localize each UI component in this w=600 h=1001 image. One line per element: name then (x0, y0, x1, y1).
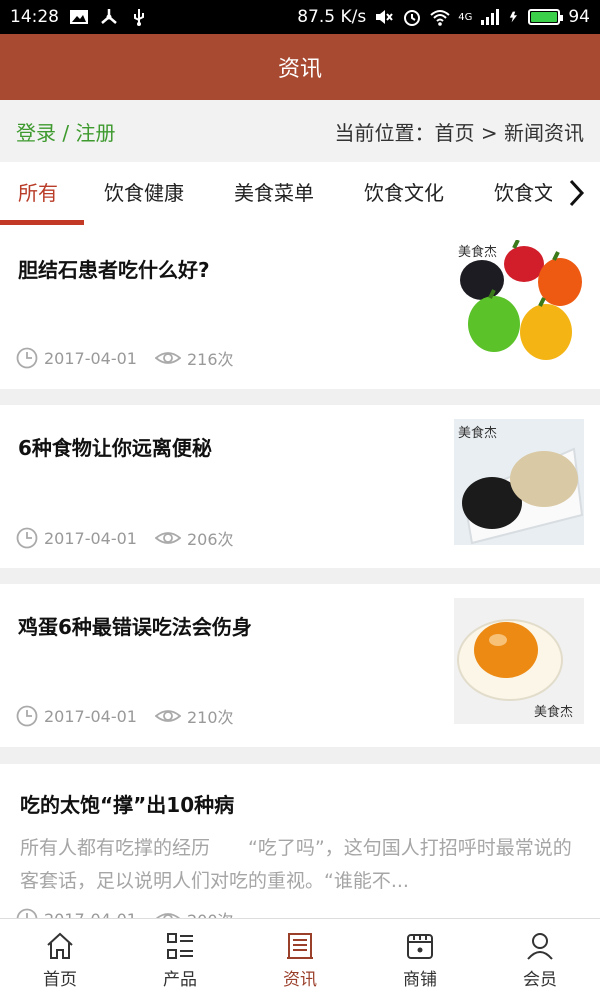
eye-icon (154, 352, 181, 364)
nav-news-label: 资讯 (283, 969, 317, 990)
nav-member-label: 会员 (523, 969, 557, 990)
category-tabs: 所有 饮食健康 美食菜单 饮食文化 饮食文 (0, 162, 600, 226)
nav-shops-label: 商铺 (403, 969, 437, 990)
egg-image: 美食杰 (454, 598, 584, 724)
wifi-icon (430, 10, 450, 26)
article-card[interactable]: 鸡蛋6种最错误吃法会伤身 2017-04-01 210次 美食杰 (0, 584, 600, 747)
article-views: 216次 (154, 346, 234, 370)
tab-all[interactable]: 所有 (18, 162, 58, 226)
tabs-scroll-right-button[interactable] (552, 162, 600, 224)
eye-icon (154, 710, 181, 722)
views-count: 210次 (186, 708, 234, 727)
article-date: 2017-04-01 (44, 910, 137, 919)
mute-icon (376, 10, 394, 24)
bottom-navigation: 首页 产品 资讯 商铺 会员 (0, 918, 600, 1001)
tab-diet-health[interactable]: 饮食健康 (104, 162, 184, 226)
article-meta: 2017-04-01 210次 (16, 704, 234, 728)
nav-products-label: 产品 (163, 969, 197, 990)
article-views: 200次 (155, 907, 234, 918)
status-time: 14:28 (10, 7, 59, 27)
views-count: 216次 (186, 350, 234, 369)
nav-member[interactable]: 会员 (480, 919, 600, 1001)
tab-food-culture[interactable]: 饮食文化 (364, 162, 444, 226)
battery-level: 94 (568, 7, 590, 27)
article-thumbnail[interactable]: 美食杰 (454, 240, 584, 366)
clock-icon (16, 705, 38, 727)
location-bar: 登录 / 注册 当前位置：首页 > 新闻资讯 (0, 100, 600, 162)
app-header: 资讯 (0, 34, 600, 100)
alarm-icon (404, 10, 421, 26)
breadcrumb: 当前位置：首页 > 新闻资讯 (334, 120, 584, 145)
article-card[interactable]: 胆结石患者吃什么好? 2017-04-01 216次 美食杰 (0, 226, 600, 389)
network-type: 4G (458, 11, 473, 23)
article-date: 2017-04-01 (44, 706, 137, 726)
article-title[interactable]: 胆结石患者吃什么好? (18, 254, 210, 283)
page-title: 资讯 (277, 57, 322, 82)
news-icon (287, 932, 313, 959)
article-summary: 所有人都有吃撑的经历 “吃了吗”，这句国人打招呼时最常说的客套话，足以说明人们对… (20, 837, 572, 892)
article-meta: 2017-04-01 200次 (16, 907, 234, 918)
login-register-link[interactable]: 登录 / 注册 (16, 117, 115, 146)
peppers-image: 美食杰 (454, 240, 584, 366)
usb-icon (134, 9, 144, 26)
chevron-right-icon (569, 179, 585, 207)
clock-icon (16, 347, 38, 369)
home-icon (47, 932, 73, 959)
watermark-logo: 美食杰 (458, 425, 497, 441)
views-count: 200次 (187, 907, 234, 918)
article-date: 2017-04-01 (44, 348, 137, 368)
article-title[interactable]: 6种食物让你远离便秘 (18, 432, 212, 461)
nav-shops[interactable]: 商铺 (360, 919, 480, 1001)
status-bar: 14:28 87.5 K/s 4G 94 (0, 0, 600, 34)
sesame-image: 美食杰 (454, 419, 584, 545)
eye-icon (154, 532, 181, 544)
eye-icon (155, 913, 181, 918)
gallery-notification-icon (70, 10, 88, 24)
article-title[interactable]: 鸡蛋6种最错误吃法会伤身 (18, 611, 252, 640)
net-speed: 87.5 K/s (297, 7, 367, 27)
nav-products[interactable]: 产品 (120, 919, 240, 1001)
article-views: 210次 (154, 704, 234, 728)
shop-icon (407, 933, 433, 959)
article-meta: 2017-04-01 206次 (16, 526, 234, 550)
article-card[interactable]: 吃的太饱“撑”出10种病 所有人都有吃撑的经历 “吃了吗”，这句国人打招呼时最常… (0, 764, 600, 918)
user-icon (527, 932, 553, 960)
clock-icon (16, 527, 38, 549)
article-thumbnail[interactable]: 美食杰 (454, 598, 584, 724)
article-title[interactable]: 吃的太饱“撑”出10种病 (20, 789, 234, 818)
clock-icon (16, 908, 38, 918)
charging-icon (510, 11, 518, 23)
tab-food-menu[interactable]: 美食菜单 (234, 162, 314, 226)
watermark-logo: 美食杰 (534, 704, 573, 720)
signal-icon (481, 9, 500, 25)
nav-news[interactable]: 资讯 (240, 919, 360, 1001)
battery-icon (528, 9, 564, 25)
active-tab-indicator (0, 220, 84, 225)
views-count: 206次 (186, 530, 234, 549)
article-meta: 2017-04-01 216次 (16, 346, 234, 370)
article-date: 2017-04-01 (44, 528, 137, 548)
list-icon (167, 932, 193, 959)
watermark-logo: 美食杰 (458, 244, 497, 260)
nav-home-label: 首页 (43, 969, 77, 990)
share-notification-icon (101, 9, 117, 24)
nav-home[interactable]: 首页 (0, 919, 120, 1001)
tab-food-more[interactable]: 饮食文 (494, 162, 554, 226)
article-thumbnail[interactable]: 美食杰 (454, 419, 584, 545)
article-views: 206次 (154, 526, 234, 550)
article-card[interactable]: 6种食物让你远离便秘 2017-04-01 206次 美食杰 (0, 405, 600, 568)
